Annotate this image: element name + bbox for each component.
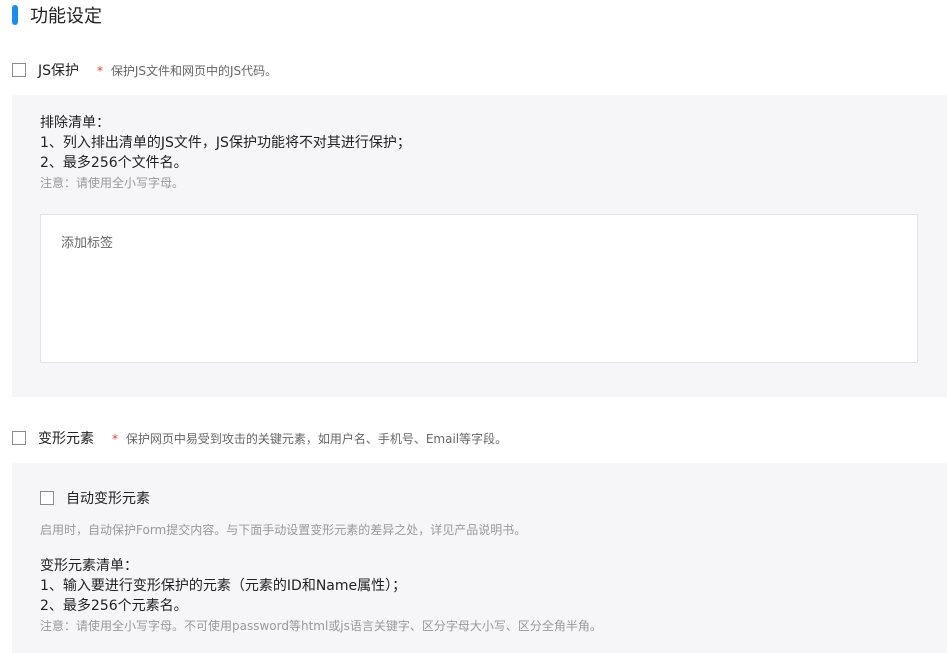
exclude-list-title: 排除清单： [40, 115, 110, 131]
section-header: 功能设定 [12, 3, 102, 27]
js-protect-panel: 排除清单： 1、列入排出清单的JS文件，JS保护功能将不对其进行保护； 2、最多… [12, 95, 947, 397]
transform-panel: 自动变形元素 启用时，自动保护Form提交内容。与下面手动设置变形元素的差异之处… [12, 463, 947, 653]
required-mark: * [112, 431, 118, 446]
title-accent-bar [12, 5, 18, 25]
transform-label[interactable]: 变形元素 [38, 428, 94, 448]
tag-input-placeholder: 添加标签 [61, 236, 114, 251]
auto-transform-row: 自动变形元素 [40, 488, 150, 508]
section-title: 功能设定 [30, 6, 102, 27]
transform-list-rule-1: 1、输入要进行变形保护的元素（元素的ID和Name属性）； [40, 578, 407, 594]
auto-transform-description: 启用时，自动保护Form提交内容。与下面手动设置变形元素的差异之处，详见产品说明… [40, 523, 527, 537]
js-protect-row: JS保护 * 保护JS文件和网页中的JS代码。 [12, 60, 277, 80]
exclude-list-rule-2: 2、最多256个文件名。 [40, 155, 188, 171]
js-protect-checkbox[interactable] [12, 63, 26, 77]
exclude-tag-input[interactable]: 添加标签 [40, 214, 918, 363]
auto-transform-checkbox[interactable] [40, 491, 54, 505]
transform-list-title: 变形元素清单： [40, 558, 138, 574]
auto-transform-label[interactable]: 自动变形元素 [66, 488, 150, 508]
js-protect-note-text: 保护JS文件和网页中的JS代码。 [110, 63, 278, 78]
js-protect-label[interactable]: JS保护 [38, 60, 79, 80]
transform-note-text: 保护网页中易受到攻击的关键元素，如用户名、手机号、Email等字段。 [125, 431, 508, 446]
transform-checkbox[interactable] [12, 431, 26, 445]
exclude-list-rule-1: 1、列入排出清单的JS文件，JS保护功能将不对其进行保护； [40, 135, 411, 151]
transform-list-notice: 注意：请使用全小写字母。不可使用password等html或js语言关键字、区分… [40, 619, 602, 633]
transform-list-rule-2: 2、最多256个元素名。 [40, 598, 188, 614]
required-mark: * [97, 63, 104, 78]
transform-row: 变形元素 * 保护网页中易受到攻击的关键元素，如用户名、手机号、Email等字段… [12, 428, 507, 448]
transform-note: * 保护网页中易受到攻击的关键元素，如用户名、手机号、Email等字段。 [112, 430, 507, 447]
js-protect-note: * 保护JS文件和网页中的JS代码。 [97, 62, 277, 79]
exclude-list-notice: 注意：请使用全小写字母。 [40, 176, 185, 190]
